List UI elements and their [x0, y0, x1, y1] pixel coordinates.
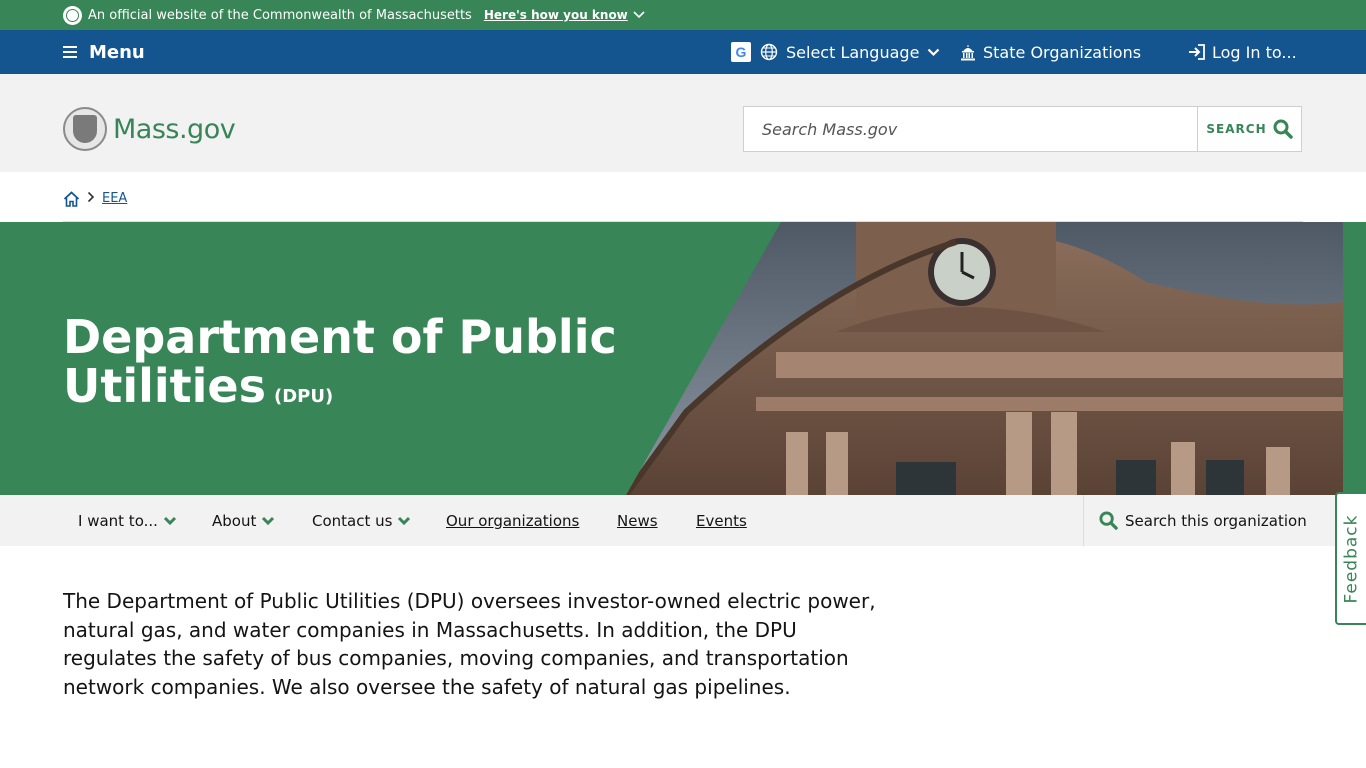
page-title-text: Department of Public Utilities — [63, 310, 617, 413]
search-icon — [1273, 119, 1293, 139]
org-nav-divider — [1083, 495, 1084, 546]
heres-how-you-know-link[interactable]: Here's how you know — [484, 8, 645, 22]
google-translate-icon: G — [731, 42, 751, 62]
chevron-down-icon — [262, 516, 275, 525]
page-title-acronym: (DPU) — [273, 386, 334, 407]
chevron-down-icon — [163, 516, 176, 525]
search-this-organization-label: Search this organization — [1125, 511, 1307, 530]
log-in-label: Log In to... — [1212, 42, 1297, 62]
search-input[interactable] — [744, 107, 1197, 151]
nav-about[interactable]: About — [212, 495, 275, 546]
feedback-tab[interactable]: Feedback — [1335, 492, 1366, 625]
search-this-organization-button[interactable]: Search this organization — [1099, 495, 1307, 546]
nav-contact-us-label: Contact us — [312, 511, 393, 530]
menu-label: Menu — [89, 41, 145, 63]
utility-nav: Menu G Select Language State Organizatio… — [0, 30, 1366, 74]
breadcrumb: EEA — [0, 172, 1366, 222]
page-title: Department of Public Utilities (DPU) — [63, 313, 623, 421]
search-button-label: SEARCH — [1206, 122, 1267, 136]
logo-text: Mass.gov — [113, 113, 236, 145]
site-header: Mass.gov SEARCH — [0, 74, 1366, 172]
menu-button[interactable]: Menu — [63, 30, 145, 74]
feedback-label: Feedback — [1341, 514, 1362, 603]
nav-news[interactable]: News — [617, 495, 658, 546]
state-organizations-button[interactable]: State Organizations — [960, 30, 1141, 74]
seal-icon — [63, 5, 82, 25]
nav-events[interactable]: Events — [696, 495, 747, 546]
capitol-building-icon — [961, 44, 975, 60]
site-search: SEARCH — [743, 106, 1302, 152]
seal-icon — [63, 107, 107, 151]
home-icon[interactable] — [63, 191, 80, 207]
search-icon — [1099, 511, 1118, 530]
nav-i-want-to-label: I want to... — [78, 511, 158, 530]
mass-gov-logo[interactable]: Mass.gov — [63, 107, 236, 151]
organization-nav: I want to... About Contact us Our organi… — [0, 495, 1366, 546]
official-banner-text: An official website of the Commonwealth … — [88, 7, 472, 23]
building-photo — [626, 222, 1343, 495]
state-organizations-label: State Organizations — [983, 42, 1142, 62]
heres-how-you-know-label: Here's how you know — [483, 8, 628, 22]
hero-right-edge — [1343, 222, 1366, 495]
globe-icon — [760, 43, 778, 61]
nav-our-organizations[interactable]: Our organizations — [446, 495, 579, 546]
hero-banner: Department of Public Utilities (DPU) — [0, 222, 1366, 495]
search-button[interactable]: SEARCH — [1197, 107, 1301, 151]
hamburger-icon — [63, 43, 77, 61]
chevron-down-icon — [633, 11, 645, 19]
nav-contact-us[interactable]: Contact us — [312, 495, 411, 546]
nav-i-want-to[interactable]: I want to... — [78, 495, 177, 546]
chevron-down-icon — [928, 48, 940, 56]
official-website-banner: An official website of the Commonwealth … — [0, 0, 1366, 30]
intro-paragraph: The Department of Public Utilities (DPU)… — [63, 589, 876, 699]
chevron-down-icon — [398, 516, 411, 525]
nav-about-label: About — [212, 511, 257, 530]
breadcrumb-item-eea[interactable]: EEA — [102, 191, 127, 206]
chevron-right-icon — [87, 191, 95, 203]
select-language-button[interactable]: G Select Language — [731, 30, 940, 74]
login-icon — [1189, 44, 1205, 60]
select-language-label: Select Language — [786, 42, 920, 62]
log-in-button[interactable]: Log In to... — [1187, 30, 1297, 74]
